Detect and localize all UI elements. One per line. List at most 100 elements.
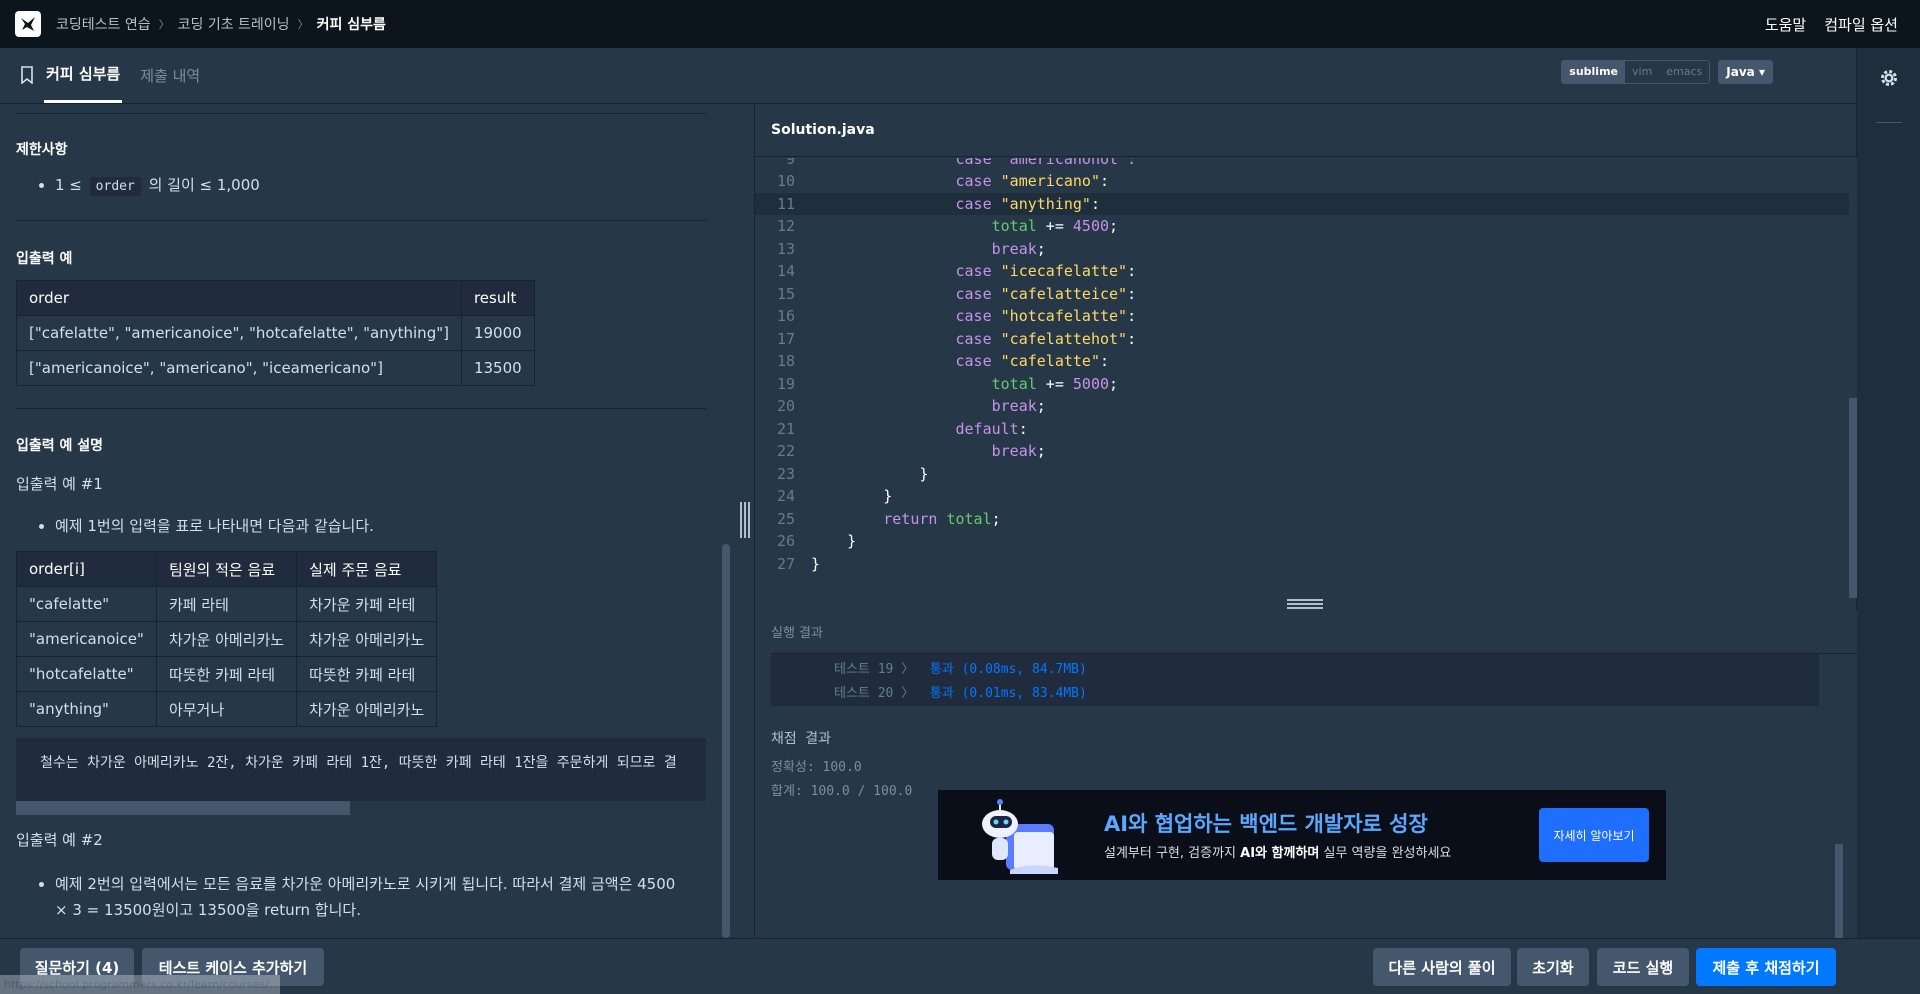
code-token: }: [811, 487, 893, 505]
code-token: case: [955, 284, 992, 303]
splitter-grip-icon[interactable]: [1287, 599, 1323, 609]
code-token: "cafelattehot": [1000, 329, 1128, 348]
breadcrumb-item-practice[interactable]: 코딩테스트 연습: [56, 14, 151, 34]
line-number: 14: [776, 262, 795, 280]
ad-subtitle-bold: AI와 함께하며: [1240, 846, 1320, 861]
code-token: :: [1127, 262, 1137, 280]
code-token: total: [991, 217, 1037, 235]
vertical-scrollbar[interactable]: [722, 544, 730, 938]
run-code-button[interactable]: 코드 실행: [1597, 948, 1689, 986]
table-cell: 차가운 아메리카노: [296, 691, 438, 727]
result-title: 실행 결과: [771, 610, 1857, 654]
code-token: }: [811, 464, 929, 483]
code-line: 16 case "hotcafelatte":: [755, 305, 1849, 327]
table-row: "anything" 아무거나 차가운 아메리카노: [16, 691, 438, 727]
code-token: :: [1127, 329, 1137, 348]
code-token: break: [991, 442, 1037, 460]
line-number: 24: [776, 487, 795, 505]
line-number: 21: [776, 419, 795, 438]
file-tab: Solution.java: [755, 104, 1857, 157]
table-row: "americanoice" 차가운 아메리카노 차가운 아메리카노: [16, 621, 438, 657]
tab-submissions[interactable]: 제출 내역: [138, 47, 202, 103]
chevron-right-icon: 〉: [158, 18, 170, 31]
breadcrumb-item-training[interactable]: 코딩 기초 트레이닝: [178, 14, 290, 34]
editor-settings: sublime vim emacs Java ▾: [1561, 60, 1773, 84]
code-token: default: [955, 419, 1019, 438]
tab-bar: 커피 심부름 제출 내역 sublime vim emacs Java ▾: [0, 48, 1856, 104]
table-cell: "americanoice": [16, 621, 157, 657]
code-token: ;: [1109, 374, 1119, 393]
right-rail: [1856, 48, 1920, 938]
table-cell: 차가운 카페 라테: [296, 586, 438, 622]
scrollbar-thumb[interactable]: [16, 801, 350, 815]
keymap-emacs[interactable]: emacs: [1659, 61, 1710, 83]
help-link[interactable]: 도움말: [1765, 14, 1806, 35]
line-number: 26: [776, 532, 795, 550]
code-token: :: [1100, 352, 1110, 370]
constraints-heading: 제한사항: [16, 142, 68, 158]
reset-button[interactable]: 초기화: [1517, 948, 1589, 986]
code-line: 13 break;: [755, 238, 1849, 260]
ad-title: AI와 협업하는 백엔드 개발자로 성장: [1104, 812, 1428, 836]
table-cell: 차가운 아메리카노: [296, 621, 438, 657]
code-token: case: [955, 352, 992, 370]
code-token: case: [955, 329, 992, 348]
tab-problem[interactable]: 커피 심부름: [44, 47, 123, 103]
problem-description-panel: 제한사항 1 ≤ order 의 길이 ≤ 1,000 입출력 예 order …: [0, 104, 740, 938]
table-cell: ["cafelatte", "americanoice", "hotcafela…: [16, 315, 462, 351]
gear-icon[interactable]: [1879, 68, 1899, 88]
editor-result-splitter[interactable]: [755, 598, 1857, 610]
code-token: break: [991, 397, 1037, 415]
line-number: 22: [776, 442, 795, 460]
code-token: total: [946, 509, 992, 528]
ad-subtitle: 설계부터 구현, 검증까지 AI와 함께하며 실무 역량을 완성하세요: [1104, 842, 1451, 861]
ad-subtitle-post: 실무 역량을 완성하세요: [1319, 846, 1452, 861]
code-token: :: [1090, 194, 1100, 213]
code-text: case "americanohot":: [811, 158, 1137, 168]
keymap-vim[interactable]: vim: [1625, 61, 1660, 83]
language-select[interactable]: Java ▾: [1718, 60, 1773, 84]
result-scrollbar[interactable]: [1835, 844, 1843, 938]
code-token: :: [1127, 284, 1137, 303]
breadcrumb-item-current: 커피 심부름: [316, 17, 386, 33]
compile-options-link[interactable]: 컴파일 옵션: [1824, 14, 1898, 35]
table-header: result: [460, 280, 535, 316]
code-token: ;: [991, 509, 1001, 528]
table-cell: "hotcafelatte": [16, 656, 157, 692]
code-token: 4500: [1072, 217, 1110, 235]
constraint-prefix: 1 ≤: [55, 176, 82, 194]
bottom-action-bar: 질문하기 (4) 테스트 케이스 추가하기 다른 사람의 풀이 초기화 코드 실…: [0, 938, 1920, 994]
keymap-sublime[interactable]: sublime: [1562, 61, 1625, 83]
line-number: 27: [776, 554, 795, 573]
grading-total: 합계: 100.0 / 100.0: [771, 784, 913, 799]
table-cell: 차가운 아메리카노: [155, 621, 298, 657]
bookmark-icon[interactable]: [20, 47, 34, 103]
table-header: 실제 주문 음료: [296, 551, 438, 587]
code-editor[interactable]: 9 case "americanohot": 10 case "american…: [755, 158, 1857, 598]
constraint-suffix: 의 길이 ≤ 1,000: [148, 176, 260, 194]
line-number: 23: [776, 464, 795, 483]
splitter-grip-icon[interactable]: [740, 502, 752, 538]
editor-scrollbar[interactable]: [1849, 398, 1857, 598]
status-bar-url: https://school.programmers.co.kr/learn/c…: [0, 975, 280, 994]
ad-banner[interactable]: AI와 협업하는 백엔드 개발자로 성장 설계부터 구현, 검증까지 AI와 함…: [938, 790, 1666, 880]
others-solutions-button[interactable]: 다른 사람의 풀이: [1373, 948, 1511, 986]
grading-title: 채점 결과: [771, 731, 831, 747]
submit-button[interactable]: 제출 후 채점하기: [1696, 948, 1836, 986]
programmers-logo-icon[interactable]: [15, 11, 41, 37]
ad-learn-more-button[interactable]: 자세히 알아보기: [1539, 808, 1649, 862]
io-example-heading: 입출력 예: [16, 251, 73, 267]
divider: [16, 113, 706, 114]
test-results-box: 테스트 19 〉 통과 (0.08ms, 84.7MB) 테스트 20 〉 통과…: [771, 654, 1819, 706]
code-line: 23 }: [755, 463, 1849, 485]
example-1-table: order[i] 팀원의 적은 음료 실제 주문 음료 "cafelatte" …: [16, 551, 438, 727]
list-item: 예제 2번의 입력에서는 모든 음료를 차가운 아메리카노로 시키게 됩니다. …: [55, 871, 715, 923]
table-header-row: order[i] 팀원의 적은 음료 실제 주문 음료: [16, 551, 438, 587]
